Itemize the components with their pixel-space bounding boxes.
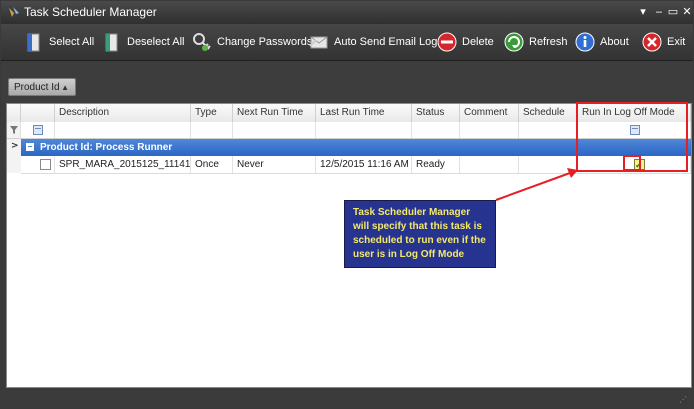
callout-note: Task Scheduler Manager will specify that…	[344, 200, 496, 268]
